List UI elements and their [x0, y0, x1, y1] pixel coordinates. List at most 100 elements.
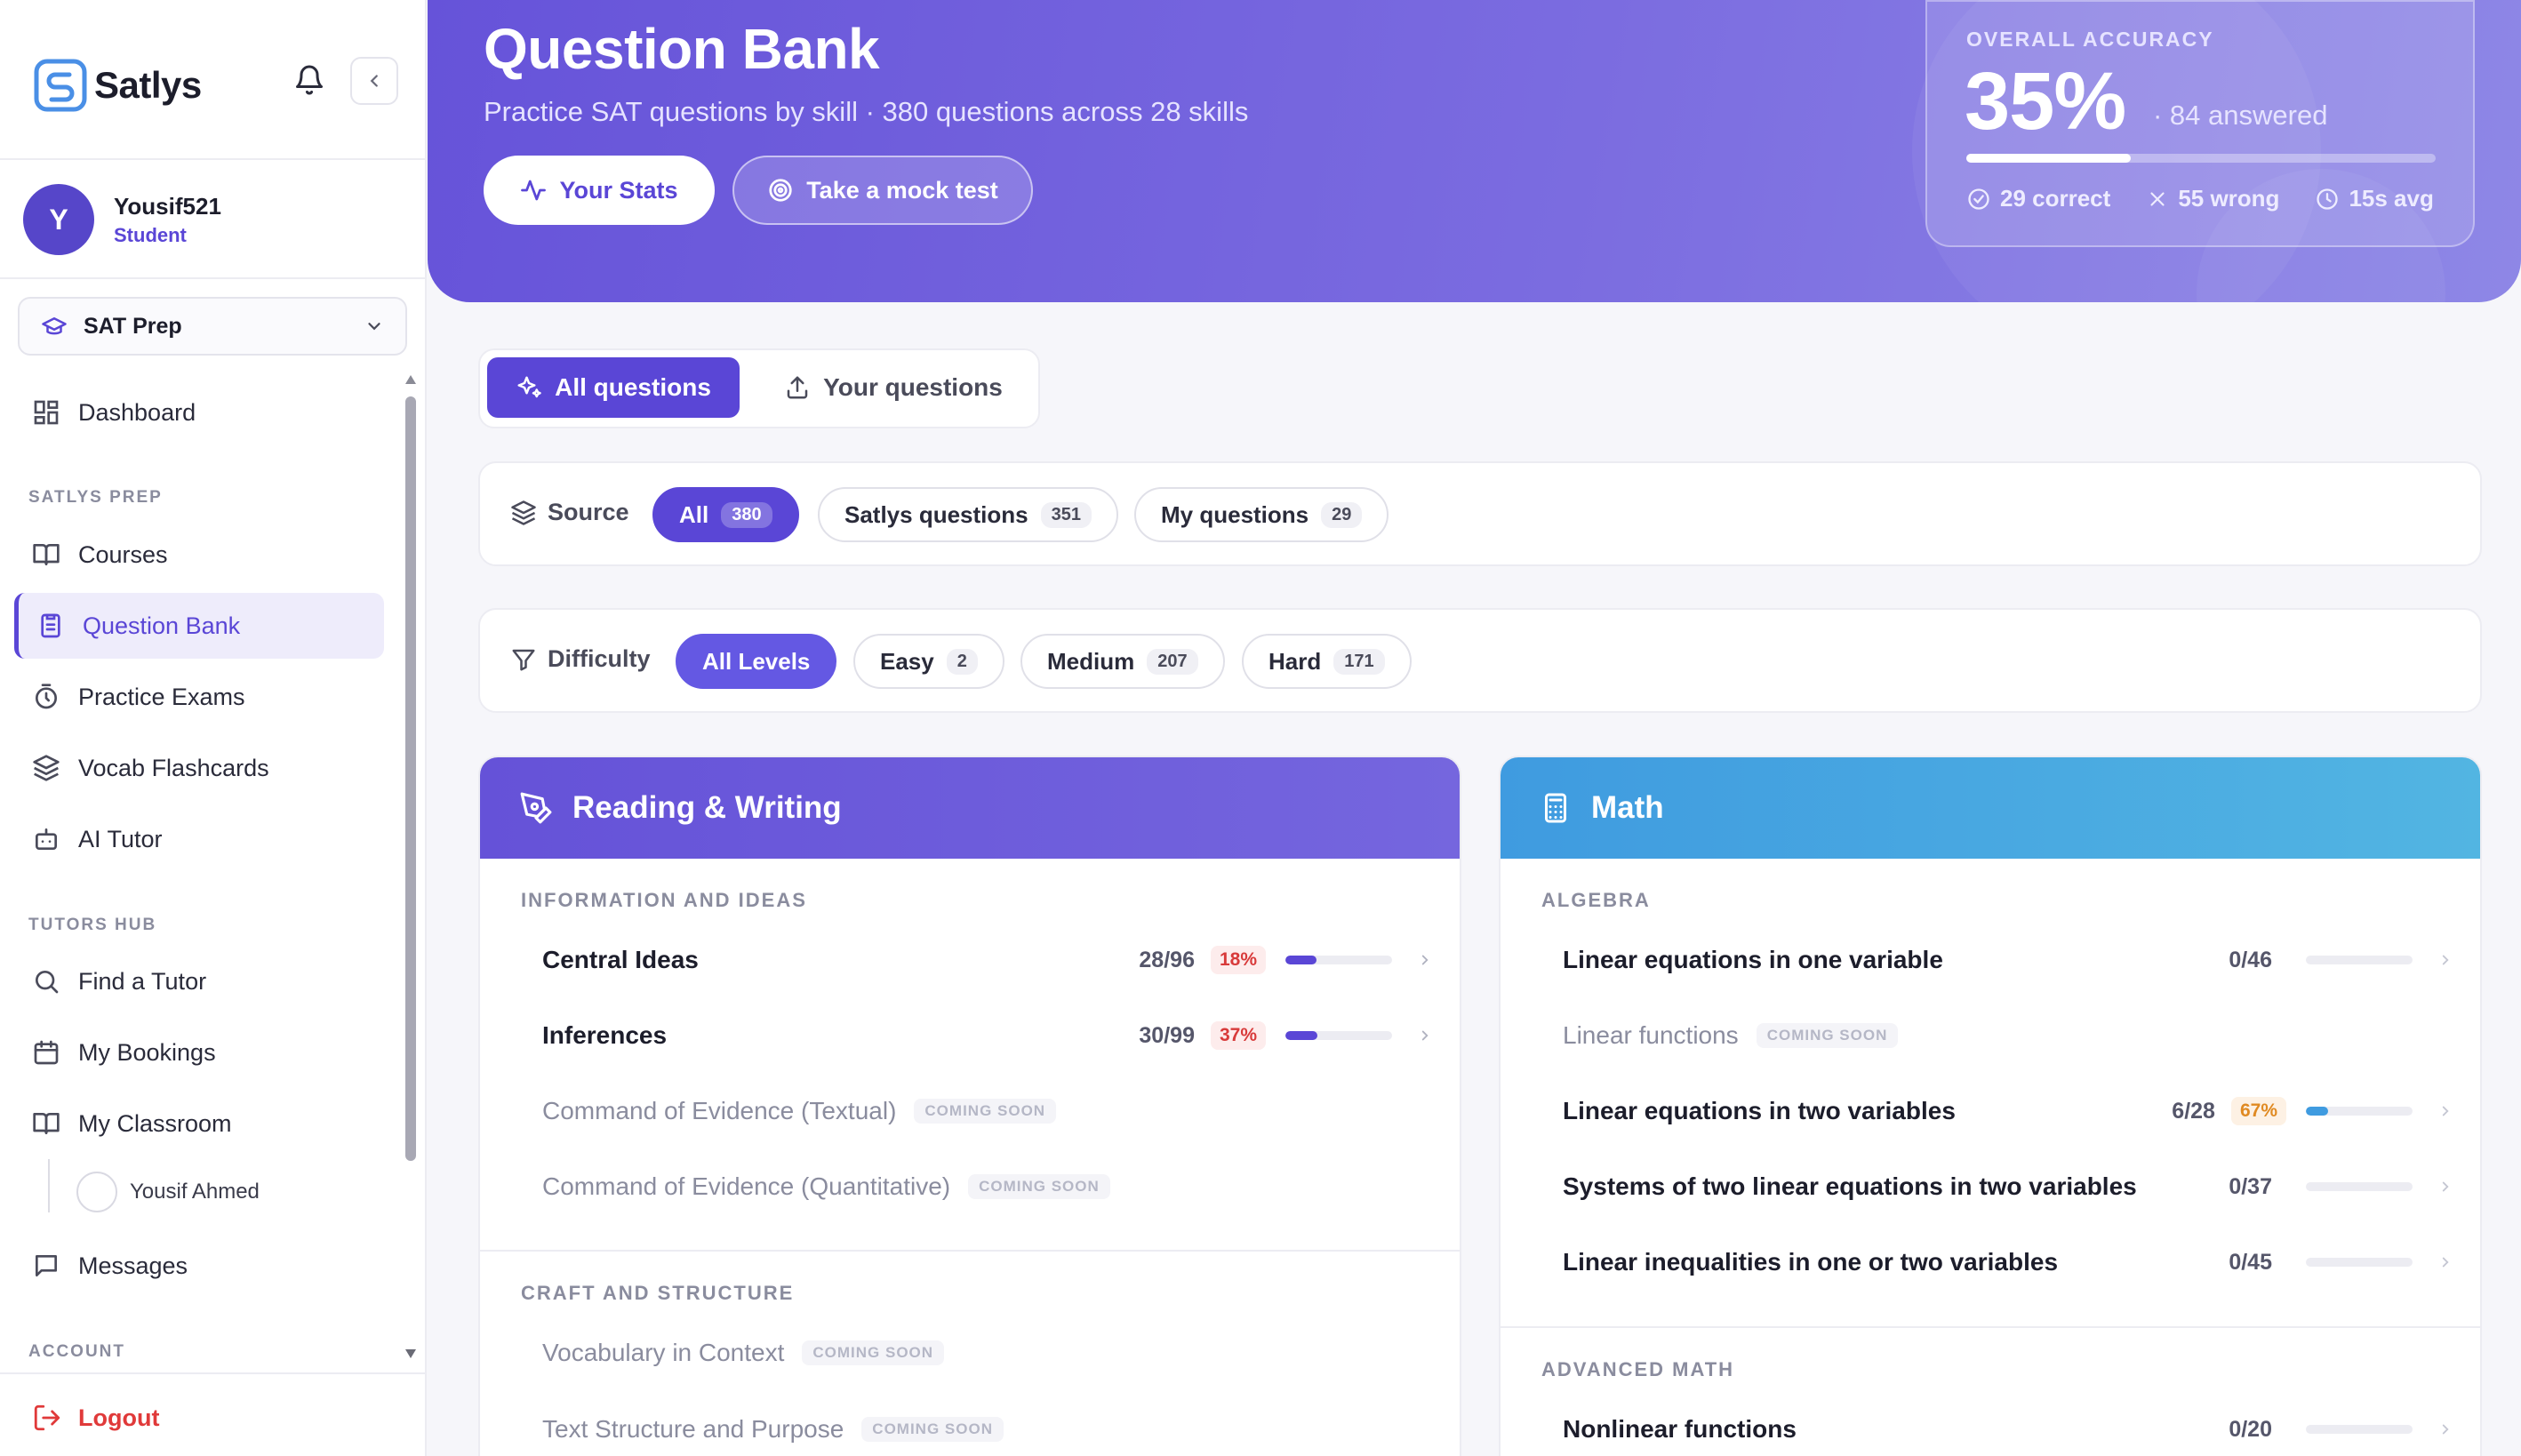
nav-messages[interactable]: Messages: [14, 1233, 384, 1299]
skill-row[interactable]: Nonlinear functions 0/20: [1541, 1394, 2453, 1456]
classroom-member[interactable]: Yousif Ahmed: [76, 1172, 260, 1212]
divider: [0, 277, 425, 279]
nav-my-bookings[interactable]: My Bookings: [14, 1020, 384, 1085]
pill-count: 29: [1321, 501, 1363, 528]
brand[interactable]: Satlys: [34, 59, 202, 112]
filter-label-text: Source: [548, 499, 629, 525]
accuracy-value: 35%: [1965, 56, 2126, 147]
nav-vocab-flashcards[interactable]: Vocab Flashcards: [14, 735, 384, 801]
your-stats-label: Your Stats: [559, 176, 678, 204]
pill-count: 171: [1333, 648, 1385, 675]
coming-soon-badge: COMING SOON: [914, 1099, 1057, 1124]
pill-label: Hard: [1269, 647, 1322, 675]
skill-progress-bar: [2306, 1425, 2413, 1434]
panel-header: Reading & Writing: [480, 757, 1460, 859]
source-pill-mine[interactable]: My questions 29: [1134, 487, 1389, 542]
take-mock-test-button[interactable]: Take a mock test: [732, 156, 1033, 225]
pill-count: 351: [1040, 501, 1092, 528]
scroll-up-icon: [405, 375, 416, 384]
tab-label: Your questions: [823, 373, 1003, 401]
course-select[interactable]: SAT Prep: [18, 297, 407, 356]
user-role: Student: [114, 223, 187, 246]
user-profile[interactable]: Y Yousif521 Student: [23, 184, 221, 255]
skill-name: Nonlinear functions: [1563, 1415, 1797, 1443]
difficulty-pill-easy[interactable]: Easy 2: [853, 634, 1004, 689]
chevron-right-icon: [2442, 1257, 2449, 1268]
skill-row[interactable]: Inferences 30/99 37%: [521, 1000, 1433, 1071]
nav-dashboard[interactable]: Dashboard: [14, 380, 384, 445]
difficulty-pill-medium[interactable]: Medium 207: [1020, 634, 1225, 689]
calendar-icon: [34, 1040, 59, 1065]
skill-progress: 0/46: [2229, 947, 2272, 972]
section-tutors-hub: TUTORS HUB: [28, 916, 157, 934]
reading-writing-panel: Reading & Writing INFORMATION AND IDEAS …: [478, 756, 1461, 1456]
skill-row[interactable]: Central Ideas 28/96 18%: [521, 924, 1433, 996]
panel-header: Math: [1501, 757, 2480, 859]
skill-row[interactable]: Linear equations in one variable 0/46: [1541, 924, 2453, 996]
avatar: Y: [23, 184, 94, 255]
nav-label: Vocab Flashcards: [78, 754, 269, 781]
source-pill-all[interactable]: All 380: [652, 487, 799, 542]
nav-label: Question Bank: [83, 612, 241, 639]
skill-progress: 0/45: [2229, 1249, 2272, 1275]
group-title: ADVANCED MATH: [1541, 1358, 1735, 1380]
difficulty-pill-all[interactable]: All Levels: [676, 634, 837, 689]
nav-practice-exams[interactable]: Practice Exams: [14, 664, 384, 730]
member-avatar: [76, 1172, 117, 1212]
timer-icon: [36, 684, 57, 709]
nav-courses[interactable]: Courses: [14, 522, 384, 588]
chevron-right-icon: [2442, 1106, 2449, 1116]
difficulty-pill-hard[interactable]: Hard 171: [1242, 634, 1412, 689]
notifications-button[interactable]: [293, 64, 325, 96]
wrong-label: 55 wrong: [2178, 185, 2280, 212]
message-square-icon: [36, 1255, 57, 1276]
clock-icon: [2317, 188, 2339, 210]
layers-icon: [511, 500, 536, 525]
nav-question-bank[interactable]: Question Bank: [14, 593, 384, 659]
accuracy-progress-fill: [1966, 154, 2131, 163]
source-pill-satlys[interactable]: Satlys questions 351: [818, 487, 1118, 542]
clipboard-list-icon: [41, 613, 60, 638]
activity-icon: [521, 180, 547, 201]
skill-progress-fill: [2306, 1107, 2329, 1116]
collapse-sidebar-button[interactable]: [350, 57, 398, 105]
logout-label: Logout: [78, 1404, 160, 1431]
skill-progress-bar: [2306, 1107, 2413, 1116]
skill-row[interactable]: Linear equations in two variables 6/28 6…: [1541, 1076, 2453, 1147]
calculator-icon: [1545, 793, 1566, 823]
nav-label: Messages: [78, 1252, 188, 1279]
your-stats-button[interactable]: Your Stats: [484, 156, 715, 225]
skill-name: Systems of two linear equations in two v…: [1563, 1172, 2137, 1200]
page-subtitle: Practice SAT questions by skill · 380 qu…: [484, 96, 1249, 127]
skill-row[interactable]: Systems of two linear equations in two v…: [1541, 1151, 2453, 1222]
nav-my-classroom[interactable]: My Classroom: [14, 1091, 384, 1156]
logout-button[interactable]: Logout: [32, 1403, 159, 1433]
skill-progress-fill: [1285, 956, 1317, 964]
chevron-right-icon: [2442, 1181, 2449, 1192]
chevron-right-icon: [2442, 955, 2449, 965]
skill-row[interactable]: Linear inequalities in one or two variab…: [1541, 1227, 2453, 1298]
coming-soon-badge: COMING SOON: [968, 1174, 1110, 1199]
pill-label: Easy: [880, 647, 934, 675]
group-title: INFORMATION AND IDEAS: [521, 889, 807, 911]
search-icon: [36, 971, 59, 994]
skill-name: Central Ideas: [542, 946, 699, 973]
sidebar: Satlys Y Yousif521 Student SAT Prep Dash…: [0, 0, 427, 1456]
source-filter-label: Source: [510, 499, 629, 526]
tab-all-questions[interactable]: All questions: [487, 357, 740, 418]
tab-label: All questions: [555, 373, 711, 401]
nav-find-tutor[interactable]: Find a Tutor: [14, 948, 384, 1014]
accuracy-stats: 29 correct 55 wrong 15s avg: [1966, 185, 2469, 212]
scrollbar-thumb[interactable]: [405, 396, 416, 1161]
skill-name: Linear equations in one variable: [1563, 946, 1943, 973]
nav-label: My Bookings: [78, 1038, 216, 1066]
check-circle-icon: [1968, 188, 1989, 210]
graduation-cap-icon: [42, 317, 67, 335]
skill-name: Command of Evidence (Textual): [542, 1097, 897, 1124]
group-title: CRAFT AND STRUCTURE: [521, 1282, 795, 1304]
pill-count: 380: [721, 501, 772, 528]
nav-ai-tutor[interactable]: AI Tutor: [14, 806, 384, 872]
skill-progress-bar: [1285, 956, 1392, 964]
tab-your-questions[interactable]: Your questions: [764, 357, 1022, 418]
skill-name: Linear equations in two variables: [1563, 1097, 1956, 1124]
